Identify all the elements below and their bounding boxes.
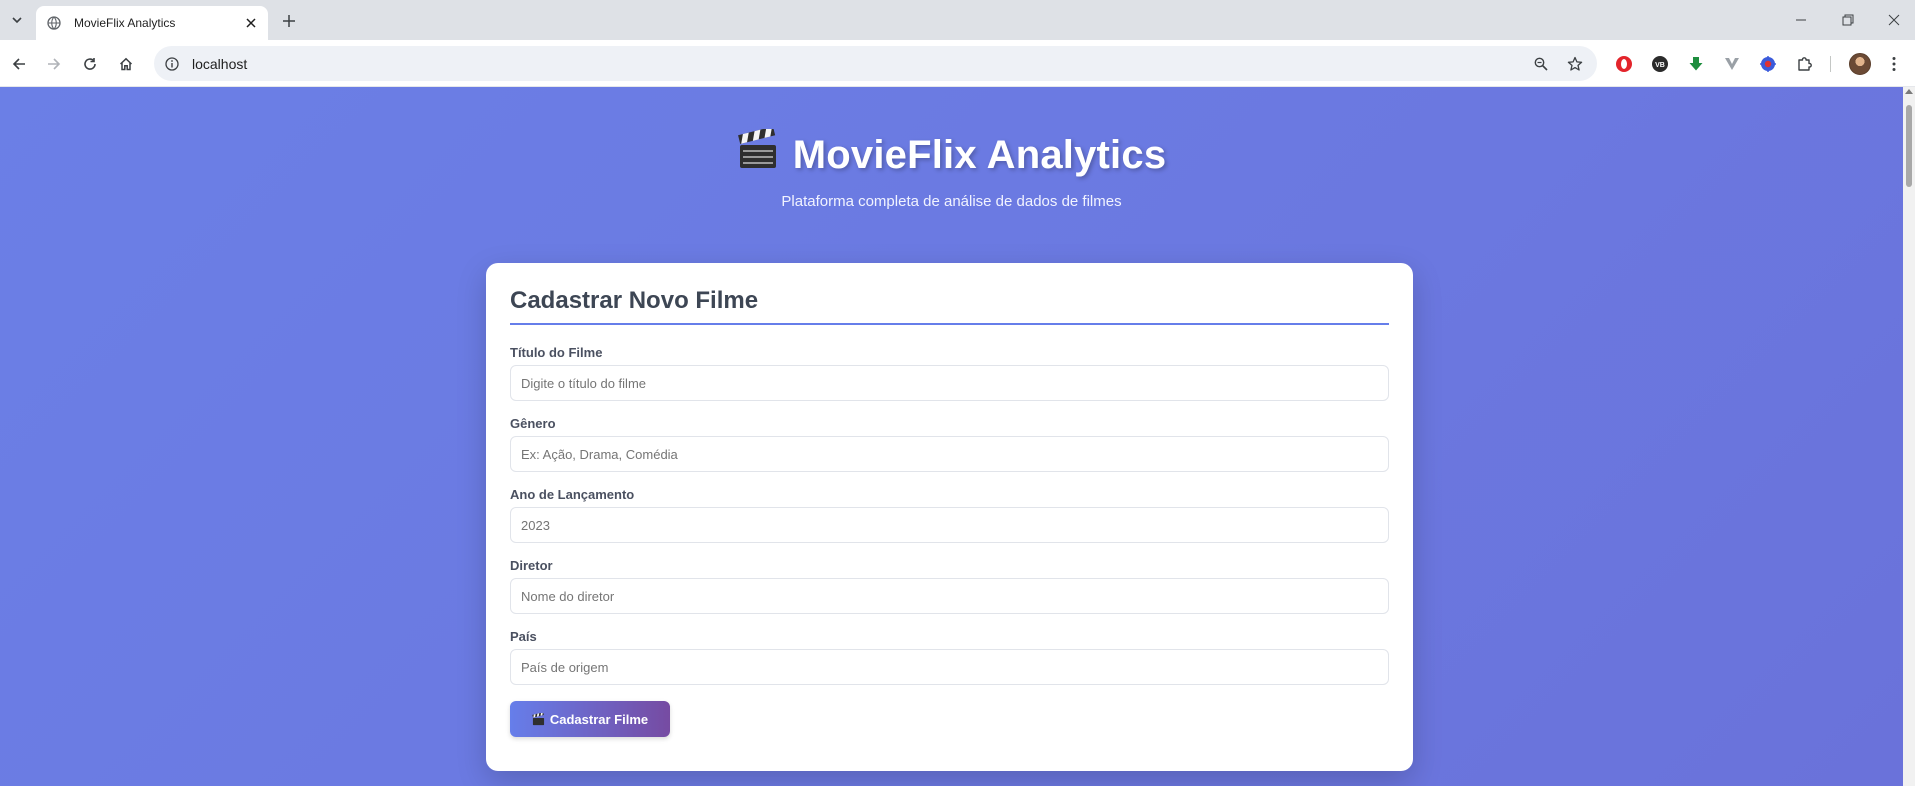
page-title-row: MovieFlix Analytics <box>737 126 1167 181</box>
download-icon[interactable] <box>1683 51 1709 77</box>
year-label: Ano de Lançamento <box>510 487 635 502</box>
zoom-magnifier-icon[interactable] <box>1529 52 1553 76</box>
browser-toolbar: localhost VB <box>0 40 1915 87</box>
genre-label: Gênero <box>510 416 556 431</box>
page-subtitle: Plataforma completa de análise de dados … <box>781 193 1122 210</box>
profile-avatar[interactable] <box>1849 53 1871 75</box>
country-label: País <box>510 629 537 644</box>
minimize-icon[interactable] <box>1786 8 1816 32</box>
field-country: País <box>510 629 1389 685</box>
svg-text:VB: VB <box>1655 62 1665 69</box>
menu-kebab-icon[interactable] <box>1881 51 1907 77</box>
browser-tab-active[interactable]: MovieFlix Analytics <box>36 6 268 40</box>
page-title: MovieFlix Analytics <box>792 132 1167 177</box>
field-director: Diretor <box>510 558 1389 614</box>
director-label: Diretor <box>510 558 553 573</box>
opera-icon[interactable] <box>1611 51 1637 77</box>
url-text: localhost <box>192 55 248 72</box>
clapperboard-icon <box>532 712 545 726</box>
forward-arrow-icon[interactable] <box>41 51 67 77</box>
field-year: Ano de Lançamento <box>510 487 1389 543</box>
page-scrollbar[interactable] <box>1903 87 1915 786</box>
vivaldi-icon[interactable] <box>1719 51 1745 77</box>
title-input[interactable] <box>510 365 1389 401</box>
director-input[interactable] <box>510 578 1389 614</box>
field-title: Título do Filme <box>510 345 1389 401</box>
form-heading: Cadastrar Novo Filme <box>510 287 1389 325</box>
tab-title: MovieFlix Analytics <box>74 16 176 30</box>
register-movie-button[interactable]: Cadastrar Filme <box>510 701 670 737</box>
country-input[interactable] <box>510 649 1389 685</box>
home-icon[interactable] <box>113 51 139 77</box>
bookmark-star-icon[interactable] <box>1563 52 1587 76</box>
title-label: Título do Filme <box>510 345 603 360</box>
clapperboard-icon <box>737 126 779 181</box>
tab-search-chevron-down-icon[interactable] <box>6 8 28 32</box>
reload-icon[interactable] <box>77 51 103 77</box>
new-movie-form-card: Cadastrar Novo Filme Título do Filme Gên… <box>486 263 1413 771</box>
site-info-icon[interactable] <box>164 56 180 72</box>
genre-input[interactable] <box>510 436 1389 472</box>
new-tab-plus-icon[interactable] <box>278 10 300 32</box>
back-arrow-icon[interactable] <box>6 51 32 77</box>
restore-icon[interactable] <box>1833 8 1863 32</box>
field-genre: Gênero <box>510 416 1389 472</box>
tab-close-icon[interactable] <box>242 14 260 32</box>
toolbar-separator <box>1830 56 1831 72</box>
extensions-puzzle-icon[interactable] <box>1792 51 1818 77</box>
scroll-up-arrow-icon[interactable] <box>1905 89 1913 94</box>
vpn-icon[interactable]: VB <box>1647 51 1673 77</box>
close-window-icon[interactable] <box>1879 8 1909 32</box>
globe-icon <box>46 15 62 31</box>
address-bar[interactable]: localhost <box>154 46 1597 81</box>
shield-bug-icon[interactable] <box>1755 51 1781 77</box>
release-year-input[interactable] <box>510 507 1389 543</box>
scrollbar-thumb[interactable] <box>1906 105 1912 187</box>
register-movie-label: Cadastrar Filme <box>549 711 649 727</box>
page-header: MovieFlix Analytics Plataforma completa … <box>0 126 1903 210</box>
page-viewport: MovieFlix Analytics Plataforma completa … <box>0 87 1903 786</box>
browser-tab-bar: MovieFlix Analytics <box>0 0 1915 40</box>
